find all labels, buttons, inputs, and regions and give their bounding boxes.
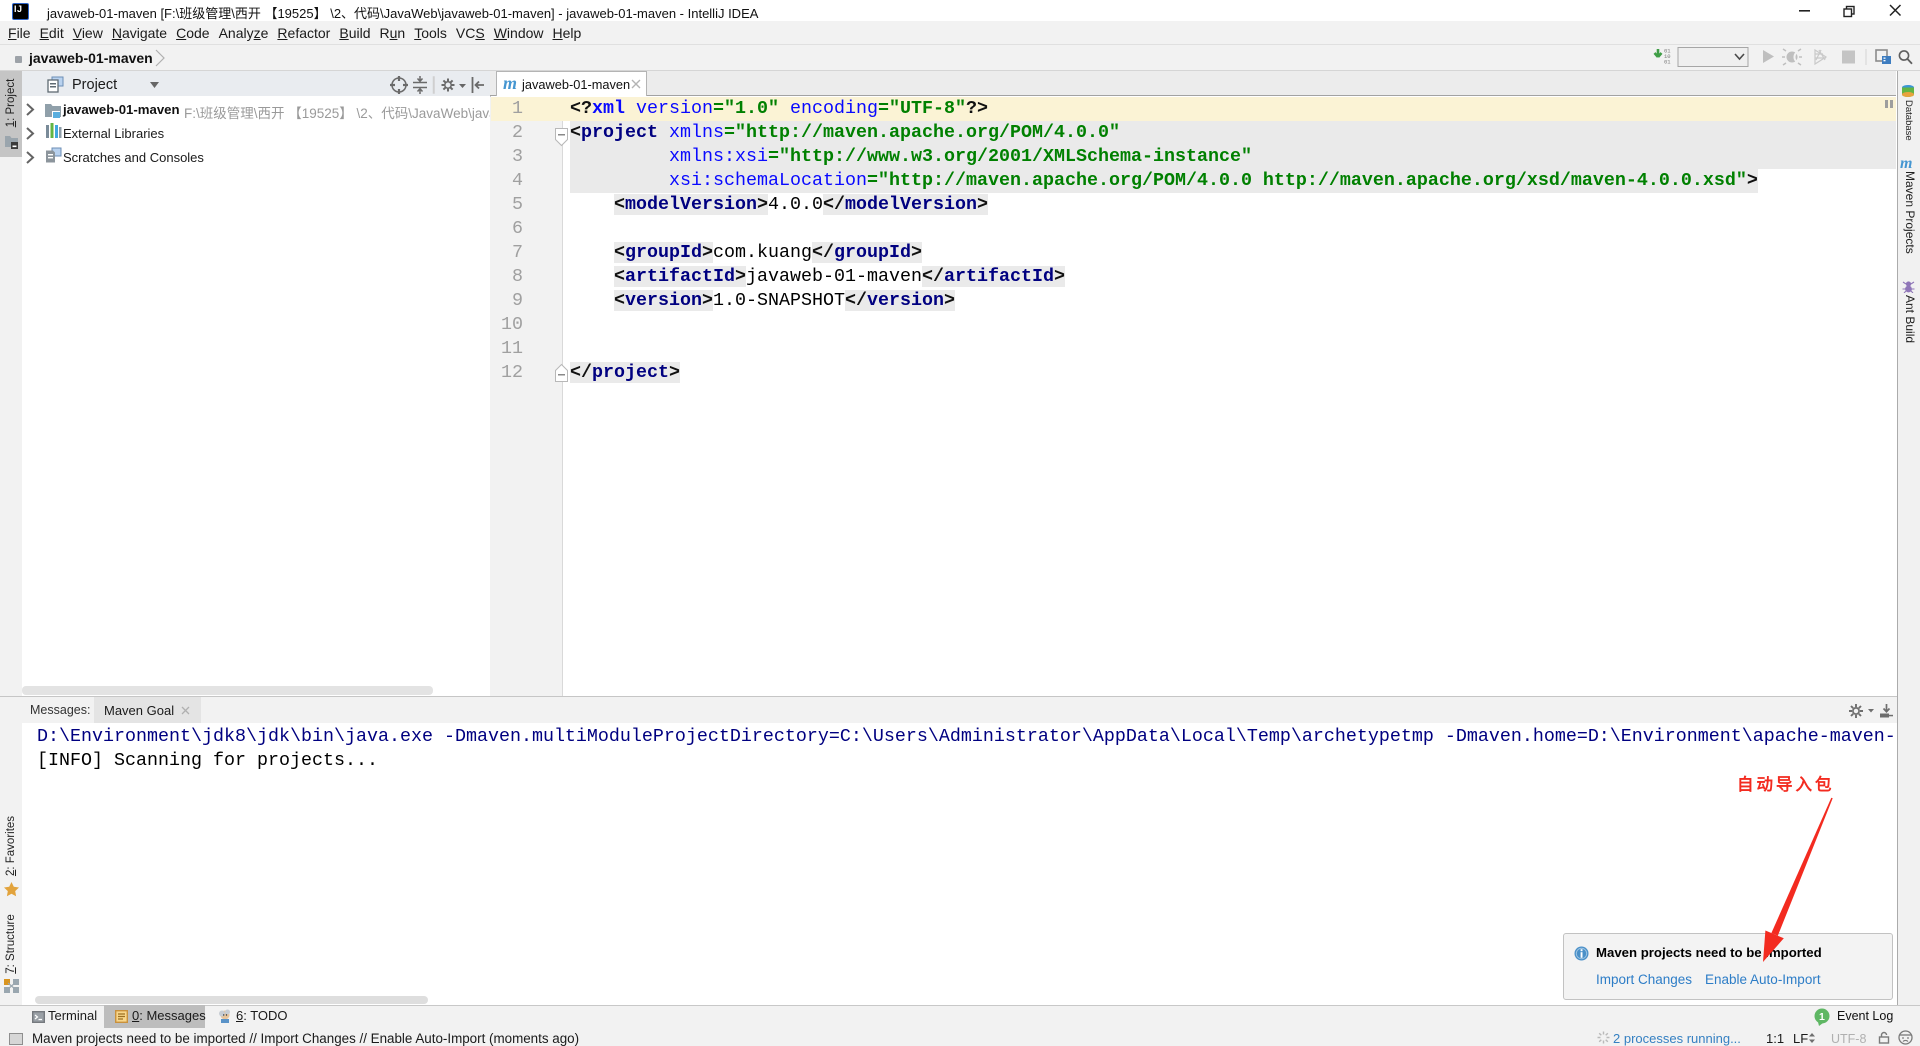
svg-text:1: 1 bbox=[1819, 1011, 1825, 1023]
svg-text:01: 01 bbox=[1664, 59, 1671, 66]
